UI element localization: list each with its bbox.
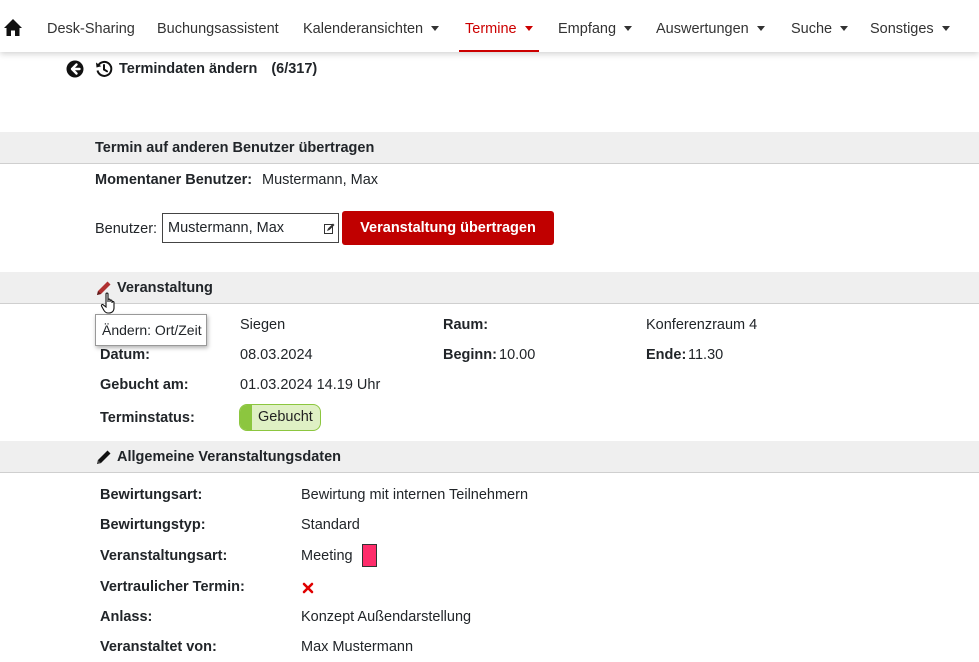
page-title-row: Termindaten ändern (6/317) xyxy=(66,59,317,79)
nav-label: Buchungsassistent xyxy=(157,21,279,37)
status-badge-label: Gebucht xyxy=(258,409,313,425)
nav-label: Desk-Sharing xyxy=(47,21,135,37)
back-arrow-icon[interactable] xyxy=(66,60,84,78)
event-type-color-swatch xyxy=(362,544,377,567)
room-label: Raum: xyxy=(443,317,489,333)
record-counter: (6/317) xyxy=(271,61,318,77)
booked-value: 01.03.2024 14.19 Uhr xyxy=(240,377,381,393)
date-label: Datum: xyxy=(100,347,150,363)
caret-down-icon xyxy=(431,26,440,31)
end-value: 11.30 xyxy=(688,347,724,363)
status-badge: Gebucht xyxy=(239,404,321,431)
catering-type-value: Standard xyxy=(301,517,360,533)
caret-down-icon xyxy=(756,26,765,31)
nav-label: Auswertungen xyxy=(656,21,749,37)
edit-icon[interactable] xyxy=(324,223,335,234)
cross-icon xyxy=(302,582,314,594)
nav-label: Kalenderansichten xyxy=(303,21,424,37)
date-value: 08.03.2024 xyxy=(240,347,313,363)
catering-type-label: Bewirtungstyp: xyxy=(100,517,206,533)
user-label: Benutzer: xyxy=(95,221,158,237)
pencil-icon[interactable] xyxy=(96,449,112,465)
current-user-value: Mustermann, Max xyxy=(262,172,379,188)
user-input[interactable]: Mustermann, Max xyxy=(162,213,339,243)
caret-down-icon xyxy=(624,26,633,31)
occasion-label: Anlass: xyxy=(100,609,153,625)
home-icon[interactable] xyxy=(3,18,23,38)
confidential-label: Vertraulicher Termin: xyxy=(100,579,245,595)
nav-label: Empfang xyxy=(558,21,617,37)
nav-suche[interactable]: Suche xyxy=(791,0,849,52)
nav-desk-sharing[interactable]: Desk-Sharing xyxy=(47,0,135,52)
end-label: Ende: xyxy=(646,347,687,363)
start-value: 10.00 xyxy=(499,347,536,363)
page-title: Termindaten ändern xyxy=(119,61,258,77)
event-type-label: Veranstaltungsart: xyxy=(100,548,228,564)
caret-down-icon xyxy=(941,26,950,31)
top-navbar: Desk-Sharing Buchungsassistent Kalendera… xyxy=(0,0,979,52)
occasion-value: Konzept Außendarstellung xyxy=(301,609,472,625)
section-transfer-title: Termin auf anderen Benutzer übertragen xyxy=(95,140,375,156)
booked-label: Gebucht am: xyxy=(100,377,189,393)
nav-label: Suche xyxy=(791,21,833,37)
start-label: Beginn: xyxy=(443,347,497,363)
event-type-value: Meeting xyxy=(301,548,353,564)
nav-sonstiges[interactable]: Sonstiges xyxy=(870,0,950,52)
status-label: Terminstatus: xyxy=(100,410,195,426)
status-badge-bar xyxy=(240,405,252,430)
nav-label: Sonstiges xyxy=(870,21,934,37)
section-general-title: Allgemeine Veranstaltungsdaten xyxy=(117,449,342,465)
section-event-header: Veranstaltung xyxy=(0,272,979,304)
nav-kalenderansichten[interactable]: Kalenderansichten xyxy=(303,0,440,52)
catering-kind-value: Bewirtung mit internen Teilnehmern xyxy=(301,487,529,503)
room-value: Konferenzraum 4 xyxy=(646,317,758,333)
nav-label: Termine xyxy=(465,21,517,37)
location-value: Siegen xyxy=(240,317,286,333)
section-event-title: Veranstaltung xyxy=(117,280,213,296)
nav-empfang[interactable]: Empfang xyxy=(558,0,633,52)
nav-auswertungen[interactable]: Auswertungen xyxy=(656,0,765,52)
caret-down-icon xyxy=(524,26,533,31)
nav-buchungsassistent[interactable]: Buchungsassistent xyxy=(157,0,279,52)
nav-termine[interactable]: Termine xyxy=(459,0,539,52)
section-general-header: Allgemeine Veranstaltungsdaten xyxy=(0,441,979,473)
catering-kind-label: Bewirtungsart: xyxy=(100,487,203,503)
user-input-value: Mustermann, Max xyxy=(168,220,285,236)
section-transfer-header: Termin auf anderen Benutzer übertragen xyxy=(0,132,979,164)
caret-down-icon xyxy=(840,26,849,31)
organizer-label: Veranstaltet von: xyxy=(100,639,217,655)
transfer-event-button[interactable]: Veranstaltung übertragen xyxy=(342,211,554,245)
current-user-label: Momentaner Benutzer: xyxy=(95,172,253,188)
organizer-value: Max Mustermann xyxy=(301,639,414,655)
hand-cursor-icon xyxy=(100,292,115,314)
history-icon xyxy=(96,60,113,77)
tooltip: Ändern: Ort/Zeit xyxy=(95,314,207,346)
